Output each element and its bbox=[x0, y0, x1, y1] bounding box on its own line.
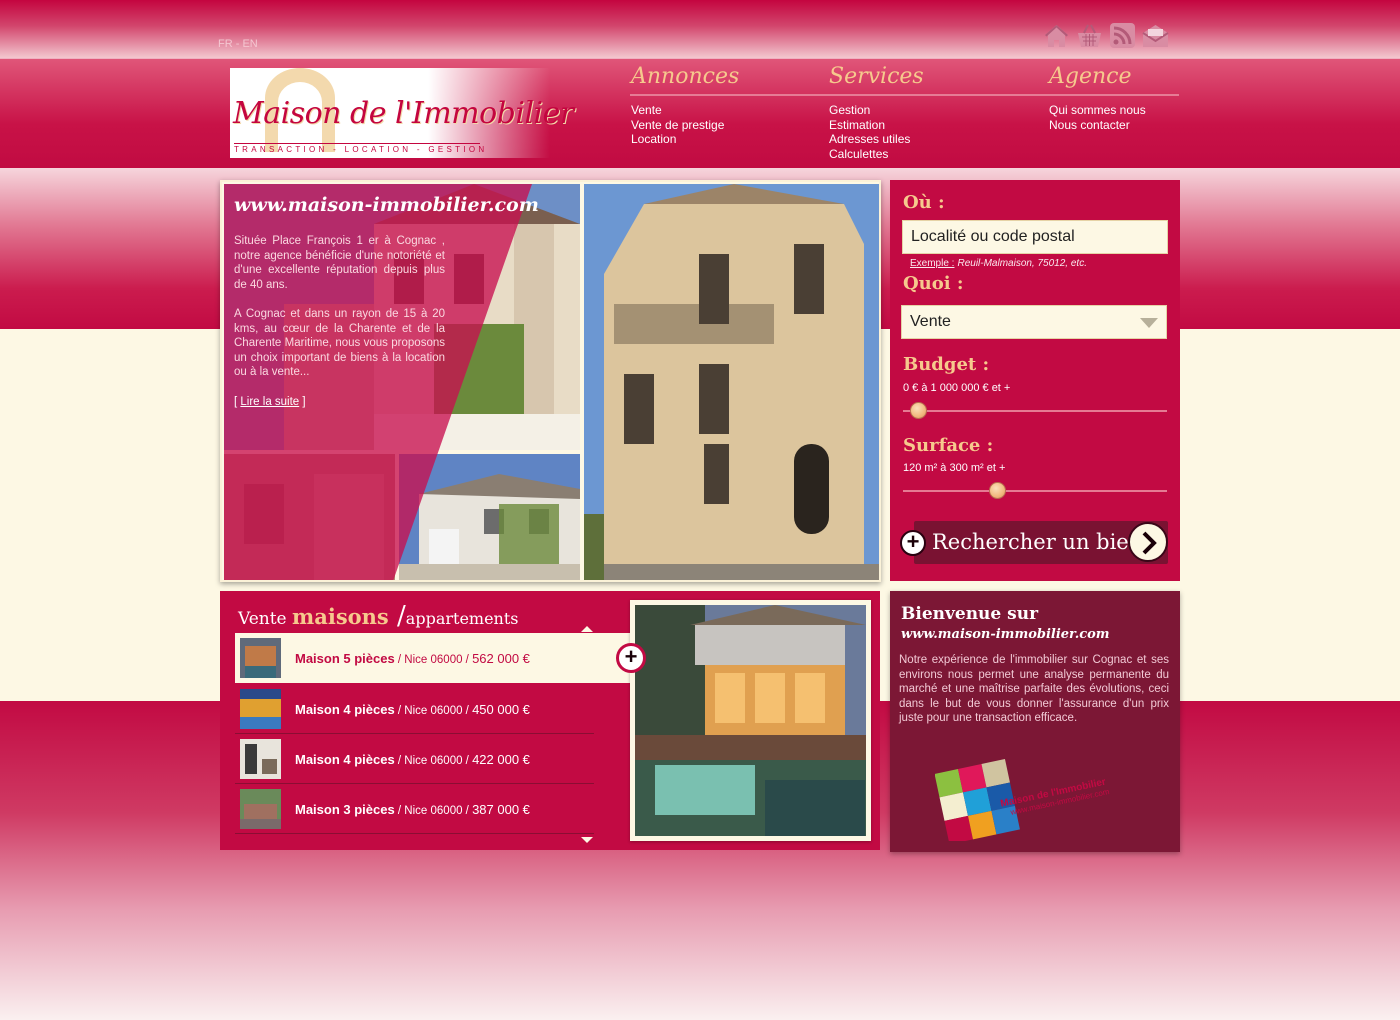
nav-link-location[interactable]: Location bbox=[631, 132, 739, 147]
read-more-link[interactable]: Lire la suite bbox=[240, 396, 299, 408]
budget-slider-handle[interactable] bbox=[910, 402, 928, 419]
basket-icon[interactable] bbox=[1076, 22, 1103, 49]
location-hint: Exemple : Reuil-Malmaison, 75012, etc. bbox=[910, 258, 1087, 269]
nav-link-vente-prestige[interactable]: Vente de prestige bbox=[631, 118, 739, 133]
scroll-down-icon[interactable] bbox=[581, 837, 593, 843]
listings-panel: Vente maisons /appartements Maison 5 piè… bbox=[220, 591, 880, 850]
listing-row[interactable]: Maison 5 pièces / Nice 06000 / 562 000 € bbox=[235, 633, 635, 683]
nav-link-vente[interactable]: Vente bbox=[631, 103, 739, 118]
listing-text: Maison 4 pièces / Nice 06000 / 450 000 € bbox=[295, 702, 530, 717]
welcome-title: Bienvenue sur bbox=[901, 604, 1039, 624]
welcome-panel: Bienvenue sur www.maison-immobilier.com … bbox=[890, 591, 1180, 852]
listing-name: Maison 3 pièces bbox=[295, 802, 395, 817]
listing-thumbnail bbox=[240, 739, 281, 779]
listing-name: Maison 4 pièces bbox=[295, 702, 395, 717]
scroll-up-icon[interactable] bbox=[581, 626, 593, 632]
hint-text: Reuil-Malmaison, 75012, etc. bbox=[957, 258, 1087, 269]
nav-annonces-title[interactable]: Annonces bbox=[631, 62, 739, 96]
where-label: Où : bbox=[903, 192, 945, 213]
lang-fr-link[interactable]: FR bbox=[218, 38, 233, 50]
listing-location: / Nice 06000 / bbox=[394, 705, 473, 717]
nav-link-gestion[interactable]: Gestion bbox=[829, 103, 924, 118]
listing-featured-photo[interactable] bbox=[630, 600, 871, 841]
top-band bbox=[0, 0, 1400, 58]
chevron-right-icon[interactable] bbox=[1128, 522, 1168, 562]
listings-title-slash: / bbox=[388, 601, 406, 631]
language-switch: FR - EN bbox=[218, 38, 258, 50]
read-more-bracket-close: ] bbox=[299, 396, 306, 408]
listing-thumbnail bbox=[240, 689, 281, 729]
listing-text: Maison 5 pièces / Nice 06000 / 562 000 € bbox=[295, 651, 530, 666]
welcome-text: Notre expérience de l'immobilier sur Cog… bbox=[899, 654, 1169, 725]
chevron-down-icon bbox=[1140, 318, 1158, 328]
listing-location: / Nice 06000 / bbox=[394, 805, 473, 817]
listing-location: / Nice 06000 / bbox=[394, 755, 473, 767]
hero-photo-main bbox=[584, 184, 879, 580]
nav-agence-title[interactable]: Agence bbox=[1049, 62, 1146, 96]
listing-text: Maison 3 pièces / Nice 06000 / 387 000 € bbox=[295, 802, 530, 817]
listing-row[interactable]: Maison 3 pièces / Nice 06000 / 387 000 € bbox=[235, 784, 594, 834]
listing-row[interactable]: Maison 4 pièces / Nice 06000 / 422 000 € bbox=[235, 734, 594, 784]
budget-label: Budget : bbox=[903, 354, 990, 375]
surface-slider-handle[interactable] bbox=[989, 482, 1007, 499]
hero-paragraph-1: Située Place François 1 er à Cognac , no… bbox=[234, 235, 445, 291]
listings-title-prefix: Vente bbox=[238, 609, 293, 629]
welcome-url: www.maison-immobilier.com bbox=[901, 627, 1110, 642]
welcome-logo: Maison de l'Immobilier www.maison-immobi… bbox=[934, 751, 1115, 846]
nav-link-estimation[interactable]: Estimation bbox=[829, 118, 924, 133]
nav-services-title[interactable]: Services bbox=[829, 62, 924, 96]
type-select-value: Vente bbox=[910, 313, 951, 330]
listings-title-appartements[interactable]: appartements bbox=[406, 609, 519, 628]
surface-slider-track[interactable] bbox=[903, 490, 1167, 492]
surface-range-text: 120 m² à 300 m² et + bbox=[903, 462, 1006, 474]
nav-annonces: Annonces Vente Vente de prestige Locatio… bbox=[631, 62, 739, 147]
budget-range-text: 0 € à 1 000 000 € et + bbox=[903, 382, 1011, 394]
hero-read-more: [ Lire la suite ] bbox=[234, 396, 306, 408]
plus-icon: + bbox=[900, 530, 926, 556]
welcome-logo-text: Maison de l'Immobilier www.maison-immobi… bbox=[1000, 777, 1111, 817]
lang-en-link[interactable]: EN bbox=[242, 38, 257, 50]
listing-thumbnail bbox=[240, 789, 281, 829]
rss-icon[interactable] bbox=[1109, 22, 1136, 49]
nav-link-contact[interactable]: Nous contacter bbox=[1049, 118, 1146, 133]
nav-link-calculettes[interactable]: Calculettes bbox=[829, 147, 924, 162]
listing-thumbnail bbox=[240, 638, 281, 678]
listing-row[interactable]: Maison 4 pièces / Nice 06000 / 450 000 € bbox=[235, 684, 594, 734]
listing-name: Maison 4 pièces bbox=[295, 752, 395, 767]
location-input[interactable] bbox=[902, 220, 1168, 254]
type-select[interactable]: Vente bbox=[901, 305, 1167, 339]
hint-label: Exemple : bbox=[910, 258, 955, 269]
listing-text: Maison 4 pièces / Nice 06000 / 422 000 € bbox=[295, 752, 530, 767]
listings-title-maisons[interactable]: maisons bbox=[292, 604, 389, 629]
lang-separator: - bbox=[232, 38, 243, 50]
listing-price: 562 000 € bbox=[472, 651, 530, 666]
logo-subtitle: TRANSACTION - LOCATION - GESTION bbox=[234, 143, 488, 154]
listing-location: / Nice 06000 / bbox=[394, 654, 473, 666]
listing-price: 387 000 € bbox=[472, 802, 530, 817]
hero-text: Située Place François 1 er à Cognac , no… bbox=[234, 234, 445, 395]
hero-paragraph-2: A Cognac et dans un rayon de 15 à 20 kms… bbox=[234, 307, 445, 379]
site-logo[interactable]: Maison de l'Immobilier TRANSACTION - LOC… bbox=[230, 68, 574, 158]
listing-price: 422 000 € bbox=[472, 752, 530, 767]
listing-price: 450 000 € bbox=[472, 702, 530, 717]
listing-plus-icon[interactable]: + bbox=[616, 643, 646, 673]
hero-title: www.maison-immobilier.com bbox=[234, 194, 539, 216]
nav-link-adresses[interactable]: Adresses utiles bbox=[829, 132, 924, 147]
nav-link-qui-sommes-nous[interactable]: Qui sommes nous bbox=[1049, 103, 1146, 118]
logo-text: Maison de l'Immobilier bbox=[233, 96, 574, 131]
search-panel: Où : Exemple :Reuil-Malmaison, 75012, et… bbox=[890, 180, 1180, 581]
nav-agence: Agence Qui sommes nous Nous contacter bbox=[1049, 62, 1146, 132]
mail-icon[interactable] bbox=[1142, 22, 1169, 49]
top-icon-bar bbox=[1043, 22, 1169, 49]
nav-services: Services Gestion Estimation Adresses uti… bbox=[829, 62, 924, 161]
listings-title: Vente maisons /appartements bbox=[238, 601, 519, 631]
home-icon[interactable] bbox=[1043, 22, 1070, 49]
listing-name: Maison 5 pièces bbox=[295, 651, 395, 666]
budget-slider-track[interactable] bbox=[903, 410, 1167, 412]
what-label: Quoi : bbox=[903, 273, 964, 294]
surface-label: Surface : bbox=[903, 435, 994, 456]
